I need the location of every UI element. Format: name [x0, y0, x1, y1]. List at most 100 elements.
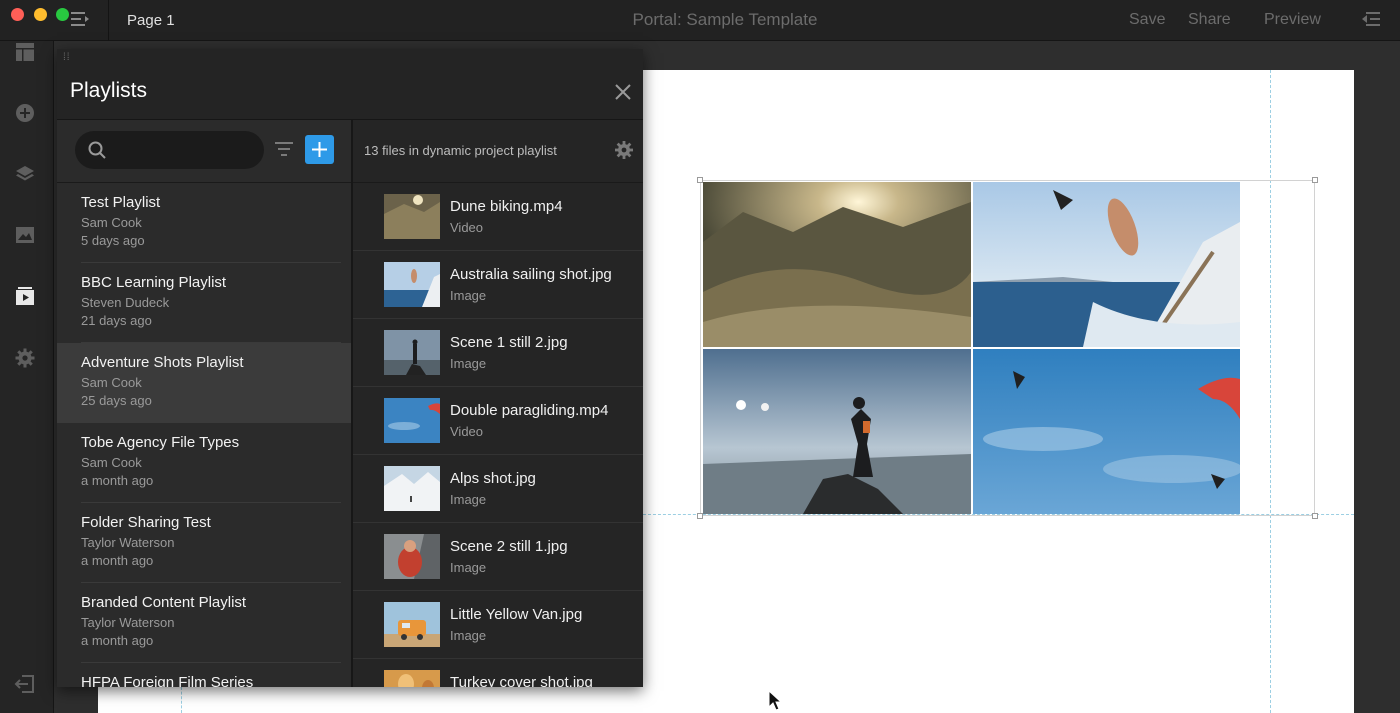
playlist-item[interactable]: Test Playlist Sam Cook 5 days ago: [57, 183, 351, 263]
playlist-item[interactable]: Folder Sharing Test Taylor Waterson a mo…: [57, 503, 351, 583]
playlists-panel: ⁞⁞ Playlists Test Playlist Sam Cook 5 da…: [57, 49, 643, 687]
file-name: Dune biking.mp4: [450, 198, 563, 215]
playlist-date: 21 days ago: [81, 313, 152, 328]
playlist-date: a month ago: [81, 553, 154, 568]
page-artboard-lower: [98, 687, 1354, 713]
topbar-divider: [108, 0, 109, 41]
file-thumbnail: [384, 262, 440, 307]
file-thumbnail: [384, 534, 440, 579]
file-list: Dune biking.mp4 Video Australia sailing …: [353, 183, 643, 687]
playlist-date: 25 days ago: [81, 393, 152, 408]
photo-hiker[interactable]: [703, 349, 971, 514]
file-name: Scene 1 still 2.jpg: [450, 334, 568, 351]
playlist-name: Tobe Agency File Types: [81, 434, 240, 451]
plus-icon: [312, 142, 327, 157]
playlist-item[interactable]: BBC Learning Playlist Steven Dudeck 21 d…: [57, 263, 351, 343]
top-bar: Page 1 Portal: Sample Template Save Shar…: [0, 0, 1400, 41]
playlist-name: BBC Learning Playlist: [81, 274, 227, 291]
file-item[interactable]: Australia sailing shot.jpg Image: [353, 251, 643, 319]
gear-icon[interactable]: [14, 347, 36, 369]
guide-line-vertical-left: [181, 687, 182, 713]
file-item[interactable]: Scene 2 still 1.jpg Image: [353, 523, 643, 591]
file-type: Video: [450, 424, 484, 439]
search-input[interactable]: [115, 140, 255, 160]
playlist-owner: Sam Cook: [81, 455, 142, 470]
photo-dune-hills[interactable]: [703, 182, 971, 347]
playlist-item[interactable]: Branded Content Playlist Taylor Waterson…: [57, 583, 351, 663]
playlist-item[interactable]: Tobe Agency File Types Sam Cook a month …: [57, 423, 351, 503]
playlist-name: Branded Content Playlist: [81, 594, 247, 611]
panel-drag-handle[interactable]: ⁞⁞: [63, 53, 73, 67]
gear-icon[interactable]: [614, 140, 634, 160]
files-column: 13 files in dynamic project playlist Dun…: [353, 120, 643, 687]
file-name: Scene 2 still 1.jpg: [450, 538, 568, 555]
search-box[interactable]: [75, 131, 264, 169]
image-icon[interactable]: [14, 224, 36, 246]
panel-title: Playlists: [70, 79, 148, 102]
search-icon: [88, 141, 106, 159]
minimize-window-button[interactable]: [34, 8, 47, 21]
playlist-name: HFPA Foreign Film Series: [81, 674, 254, 687]
resize-handle-top-right[interactable]: [1312, 177, 1318, 183]
playlist-item[interactable]: HFPA Foreign Film Series: [57, 663, 351, 687]
file-type: Image: [450, 288, 487, 303]
playlist-date: a month ago: [81, 473, 154, 488]
file-item[interactable]: Double paragliding.mp4 Video: [353, 387, 643, 455]
image-gallery[interactable]: [703, 182, 1240, 514]
playlist-name: Test Playlist: [81, 194, 161, 211]
maximize-window-button[interactable]: [56, 8, 69, 21]
file-name: Turkey cover shot.jpg: [450, 674, 593, 687]
document-title: Portal: Sample Template: [632, 10, 818, 29]
file-item[interactable]: Dune biking.mp4 Video: [353, 183, 643, 251]
close-icon[interactable]: [613, 82, 633, 102]
playlist-column: Test Playlist Sam Cook 5 days ago BBC Le…: [57, 120, 351, 687]
file-thumbnail: [384, 194, 440, 239]
playlist-icon[interactable]: [14, 286, 36, 308]
resize-handle-bottom-right[interactable]: [1312, 513, 1318, 519]
file-thumbnail: [384, 602, 440, 647]
playlist-owner: Taylor Waterson: [81, 615, 175, 630]
file-thumbnail: [384, 330, 440, 375]
file-item[interactable]: Scene 1 still 2.jpg Image: [353, 319, 643, 387]
file-name: Alps shot.jpg: [450, 470, 536, 487]
file-type: Image: [450, 560, 487, 575]
file-name: Australia sailing shot.jpg: [450, 266, 612, 283]
close-window-button[interactable]: [11, 8, 24, 21]
share-button[interactable]: Share: [1188, 11, 1231, 29]
filter-icon[interactable]: [274, 140, 294, 158]
file-type: Video: [450, 220, 484, 235]
add-circle-icon[interactable]: [14, 102, 36, 124]
playlist-owner: Sam Cook: [81, 375, 142, 390]
add-playlist-button[interactable]: [305, 135, 334, 164]
page-selector[interactable]: Page 1: [127, 12, 175, 29]
playlist-name: Folder Sharing Test: [81, 514, 211, 531]
playlist-date: a month ago: [81, 633, 154, 648]
logout-icon[interactable]: [14, 673, 36, 695]
file-thumbnail: [384, 398, 440, 443]
file-type: Image: [450, 356, 487, 371]
file-thumbnail: [384, 670, 440, 687]
playlist-item-selected[interactable]: Adventure Shots Playlist Sam Cook 25 day…: [57, 343, 351, 423]
playlist-list: Test Playlist Sam Cook 5 days ago BBC Le…: [57, 183, 351, 687]
playlist-owner: Steven Dudeck: [81, 295, 170, 310]
file-item[interactable]: Little Yellow Van.jpg Image: [353, 591, 643, 659]
file-thumbnail: [384, 466, 440, 511]
file-item[interactable]: Alps shot.jpg Image: [353, 455, 643, 523]
file-name: Little Yellow Van.jpg: [450, 606, 583, 623]
menu-toggle-icon[interactable]: [70, 9, 92, 29]
layout-icon[interactable]: [14, 41, 36, 63]
playlist-owner: Sam Cook: [81, 215, 142, 230]
preview-button[interactable]: Preview: [1264, 11, 1321, 29]
file-type: Image: [450, 628, 487, 643]
collapse-arrow-icon[interactable]: [1360, 9, 1382, 29]
playlist-date: 5 days ago: [81, 233, 145, 248]
save-button[interactable]: Save: [1129, 11, 1165, 29]
playlist-name: Adventure Shots Playlist: [81, 354, 244, 371]
photo-sailing[interactable]: [973, 182, 1240, 347]
photo-paragliding[interactable]: [973, 349, 1240, 514]
file-item[interactable]: Turkey cover shot.jpg Image: [353, 659, 643, 687]
mouse-cursor-icon: [768, 690, 782, 711]
files-summary: 13 files in dynamic project playlist: [364, 143, 557, 158]
layers-icon[interactable]: [14, 163, 36, 185]
file-name: Double paragliding.mp4: [450, 402, 609, 419]
